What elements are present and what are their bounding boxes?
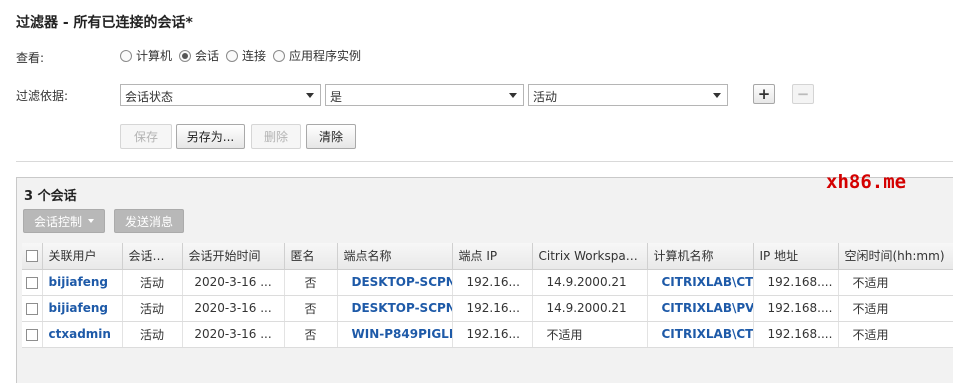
- column-header[interactable]: 会话状...: [122, 243, 183, 270]
- chevron-down-icon: [509, 93, 517, 98]
- endpoint-name-link[interactable]: DESKTOP-SCPN: [337, 269, 453, 296]
- filter-operator-select[interactable]: 是: [325, 84, 524, 106]
- machine-name-link[interactable]: CITRIXLAB\PV: [647, 295, 754, 322]
- session-control-button[interactable]: 会话控制: [23, 209, 106, 233]
- endpoint-ip: 192.16...: [452, 269, 533, 296]
- row-checkbox[interactable]: [26, 302, 38, 315]
- endpoint-name-link[interactable]: WIN-P849PIGLI: [337, 321, 453, 348]
- add-filter-button[interactable]: +: [753, 84, 775, 104]
- column-header[interactable]: 端点 IP: [452, 243, 533, 270]
- session-start-time: 2020-3-16 ...: [182, 321, 285, 348]
- session-state: 活动: [122, 321, 183, 348]
- radio-connections-label[interactable]: 连接: [242, 47, 266, 64]
- anonymous: 否: [284, 295, 338, 322]
- ip-address: 192.168....: [753, 295, 839, 322]
- save-as-button[interactable]: 另存为...: [176, 124, 245, 149]
- idle-time: 不适用: [838, 269, 953, 296]
- idle-time: 不适用: [838, 321, 953, 348]
- radio-connections[interactable]: [226, 49, 239, 62]
- table-row[interactable]: bijiafeng 活动 2020-3-16 ... 否 DESKTOP-SCP…: [22, 295, 953, 322]
- column-header[interactable]: 空闲时间(hh:mm): [838, 243, 953, 270]
- session-state: 活动: [122, 295, 183, 322]
- workspace-version: 不适用: [532, 321, 648, 348]
- column-header[interactable]: IP 地址: [753, 243, 839, 270]
- user-link[interactable]: bijiafeng: [42, 295, 123, 322]
- column-header[interactable]: 关联用户: [42, 243, 123, 270]
- row-checkbox[interactable]: [26, 328, 38, 341]
- table-row[interactable]: bijiafeng 活动 2020-3-16 ... 否 DESKTOP-SCP…: [22, 269, 953, 296]
- send-message-label: 发送消息: [125, 214, 174, 229]
- filter-operator-value: 是: [330, 90, 343, 104]
- watermark: xh86.me: [826, 171, 907, 193]
- endpoint-ip: 192.16...: [452, 295, 533, 322]
- ip-address: 192.168....: [753, 269, 839, 296]
- filter-label: 过滤依据:: [16, 89, 69, 103]
- view-radio-group: 计算机 会话 连接 应用程序实例: [120, 47, 365, 64]
- idle-time: 不适用: [838, 295, 953, 322]
- endpoint-ip: 192.16...: [452, 321, 533, 348]
- machine-name-link[interactable]: CITRIXLAB\CT: [647, 321, 754, 348]
- radio-app-instances-label[interactable]: 应用程序实例: [289, 47, 361, 64]
- select-all-cell: [22, 243, 43, 270]
- save-button[interactable]: 保存: [120, 124, 172, 149]
- machine-name-link[interactable]: CITRIXLAB\CT: [647, 269, 754, 296]
- filter-value-value: 活动: [533, 90, 558, 104]
- row-select-cell: [22, 321, 43, 348]
- radio-app-instances[interactable]: [273, 49, 286, 62]
- radio-computers[interactable]: [120, 49, 132, 62]
- column-header[interactable]: 端点名称: [337, 243, 453, 270]
- session-control-label: 会话控制: [34, 214, 83, 229]
- table-header-row: 关联用户 会话状... 会话开始时间 匿名 端点名称 端点 IP Citrix …: [22, 243, 953, 270]
- radio-sessions[interactable]: [179, 49, 192, 62]
- row-checkbox[interactable]: [26, 276, 38, 289]
- column-header[interactable]: 匿名: [284, 243, 338, 270]
- filter-field-select[interactable]: 会话状态: [120, 84, 321, 106]
- row-select-cell: [22, 269, 43, 296]
- column-header[interactable]: 会话开始时间: [182, 243, 285, 270]
- chevron-down-icon: [713, 93, 721, 98]
- page-title: 过滤器 - 所有已连接的会话*: [16, 15, 193, 31]
- workspace-version: 14.9.2000.21: [532, 295, 648, 322]
- session-start-time: 2020-3-16 ...: [182, 295, 285, 322]
- caret-down-icon: [88, 219, 95, 223]
- ip-address: 192.168....: [753, 321, 839, 348]
- remove-filter-button[interactable]: −: [792, 84, 814, 104]
- column-header[interactable]: 计算机名称: [647, 243, 754, 270]
- section-divider: [16, 161, 953, 162]
- row-select-cell: [22, 295, 43, 322]
- anonymous: 否: [284, 321, 338, 348]
- workspace-version: 14.9.2000.21: [532, 269, 648, 296]
- radio-computers-label[interactable]: 计算机: [136, 47, 172, 64]
- session-state: 活动: [122, 269, 183, 296]
- endpoint-name-link[interactable]: DESKTOP-SCPN: [337, 295, 453, 322]
- clear-button[interactable]: 清除: [306, 124, 356, 149]
- filter-value-select[interactable]: 活动: [528, 84, 728, 106]
- user-link[interactable]: bijiafeng: [42, 269, 123, 296]
- delete-button[interactable]: 删除: [251, 124, 301, 149]
- filter-field-value: 会话状态: [125, 90, 174, 104]
- table-row[interactable]: ctxadmin 活动 2020-3-16 ... 否 WIN-P849PIGL…: [22, 321, 953, 348]
- session-start-time: 2020-3-16 ...: [182, 269, 285, 296]
- anonymous: 否: [284, 269, 338, 296]
- user-link[interactable]: ctxadmin: [42, 321, 123, 348]
- send-message-button[interactable]: 发送消息: [114, 209, 185, 233]
- select-all-checkbox[interactable]: [26, 250, 38, 263]
- view-label: 查看:: [16, 51, 45, 65]
- column-header[interactable]: Citrix Workspac...: [532, 243, 648, 270]
- chevron-down-icon: [306, 93, 314, 98]
- session-count: 3 个会话: [24, 189, 77, 204]
- sessions-table: 关联用户 会话状... 会话开始时间 匿名 端点名称 端点 IP Citrix …: [22, 243, 953, 348]
- radio-sessions-label[interactable]: 会话: [195, 47, 219, 64]
